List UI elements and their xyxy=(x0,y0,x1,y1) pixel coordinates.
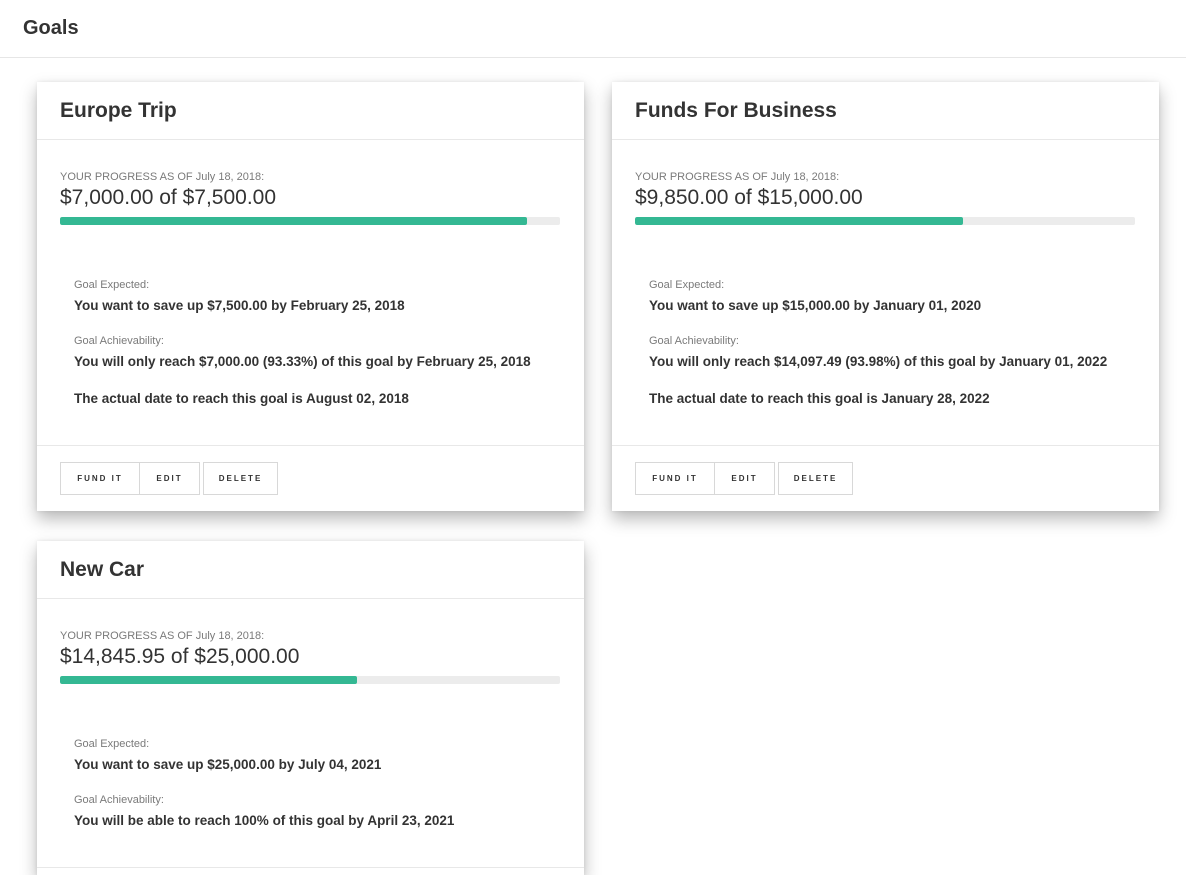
progress-date: July 18, 2018: xyxy=(195,630,265,642)
goal-achievability-label: Goal Achievability: xyxy=(74,335,164,347)
progress-label-text: YOUR PROGRESS AS OF xyxy=(635,171,768,183)
goal-actual-date: The actual date to reach this goal is Ja… xyxy=(649,391,990,406)
edit-button[interactable]: EDIT xyxy=(139,462,200,495)
goal-achievability: Goal Achievability: You will only reach … xyxy=(649,334,1135,371)
delete-button[interactable]: DELETE xyxy=(203,462,278,495)
goal-card-footer: FUND IT EDIT DELETE xyxy=(37,445,584,511)
goal-achievability-value: You will only reach $7,000.00 (93.33%) o… xyxy=(74,354,531,369)
progress-bar xyxy=(60,676,560,684)
goal-card-body: YOUR PROGRESS AS OF July 18, 2018: $14,8… xyxy=(37,599,584,830)
progress-date: July 18, 2018: xyxy=(195,171,265,183)
goal-achievability: Goal Achievability: You will only reach … xyxy=(74,334,560,371)
goal-achievability-value: You will be able to reach 100% of this g… xyxy=(74,813,455,828)
delete-button[interactable]: DELETE xyxy=(778,462,853,495)
edit-button[interactable]: EDIT xyxy=(714,462,775,495)
progress-amount: $9,850.00 of $15,000.00 xyxy=(635,186,863,209)
fund-it-button[interactable]: FUND IT xyxy=(60,462,140,495)
goal-card-header: New Car xyxy=(37,541,584,599)
goal-card-footer-divider xyxy=(37,867,584,868)
progress-bar-fill xyxy=(60,217,527,225)
progress-amount: $14,845.95 of $25,000.00 xyxy=(60,645,300,668)
goal-expected-label: Goal Expected: xyxy=(74,279,150,291)
goal-expected-label: Goal Expected: xyxy=(649,279,725,291)
progress-label: YOUR PROGRESS AS OF July 18, 2018: xyxy=(60,629,560,643)
goal-title: Europe Trip xyxy=(60,99,177,122)
goal-card: Europe Trip YOUR PROGRESS AS OF July 18,… xyxy=(37,82,584,511)
goal-card: Funds For Business YOUR PROGRESS AS OF J… xyxy=(612,82,1159,511)
goal-card: New Car YOUR PROGRESS AS OF July 18, 201… xyxy=(37,541,584,875)
goal-expected: Goal Expected: You want to save up $25,0… xyxy=(74,737,560,774)
page-title: Goals xyxy=(23,17,79,39)
progress-label-text: YOUR PROGRESS AS OF xyxy=(60,630,193,642)
goal-card-footer: FUND IT EDIT DELETE xyxy=(612,445,1159,511)
progress-label: YOUR PROGRESS AS OF July 18, 2018: xyxy=(635,170,1135,184)
page-header: Goals xyxy=(0,0,1186,58)
goal-details: Goal Expected: You want to save up $7,50… xyxy=(60,278,560,408)
goal-details: Goal Expected: You want to save up $15,0… xyxy=(635,278,1135,408)
progress-bar xyxy=(60,217,560,225)
goal-achievability-label: Goal Achievability: xyxy=(649,335,739,347)
goal-expected-value: You want to save up $7,500.00 by Februar… xyxy=(74,298,405,313)
progress-date: July 18, 2018: xyxy=(770,171,840,183)
goal-title: New Car xyxy=(60,558,145,581)
goal-card-body: YOUR PROGRESS AS OF July 18, 2018: $7,00… xyxy=(37,140,584,408)
goal-expected-value: You want to save up $25,000.00 by July 0… xyxy=(74,757,382,772)
progress-label: YOUR PROGRESS AS OF July 18, 2018: xyxy=(60,170,560,184)
goal-title: Funds For Business xyxy=(635,99,837,122)
goal-expected: Goal Expected: You want to save up $7,50… xyxy=(74,278,560,315)
goal-details: Goal Expected: You want to save up $25,0… xyxy=(60,737,560,830)
fund-it-button[interactable]: FUND IT xyxy=(635,462,715,495)
goal-expected: Goal Expected: You want to save up $15,0… xyxy=(649,278,1135,315)
goal-achievability-label: Goal Achievability: xyxy=(74,794,164,806)
goal-achievability-value: You will only reach $14,097.49 (93.98%) … xyxy=(649,354,1108,369)
goal-card-header: Europe Trip xyxy=(37,82,584,140)
progress-bar xyxy=(635,217,1135,225)
goal-expected-value: You want to save up $15,000.00 by Januar… xyxy=(649,298,982,313)
goal-actual-date: The actual date to reach this goal is Au… xyxy=(74,391,409,406)
goal-achievability: Goal Achievability: You will be able to … xyxy=(74,793,560,830)
progress-amount: $7,000.00 of $7,500.00 xyxy=(60,186,277,209)
progress-label-text: YOUR PROGRESS AS OF xyxy=(60,171,193,183)
goal-expected-label: Goal Expected: xyxy=(74,738,150,750)
progress-bar-fill xyxy=(60,676,357,684)
progress-bar-fill xyxy=(635,217,964,225)
goal-card-header: Funds For Business xyxy=(612,82,1159,140)
goal-card-body: YOUR PROGRESS AS OF July 18, 2018: $9,85… xyxy=(612,140,1159,408)
